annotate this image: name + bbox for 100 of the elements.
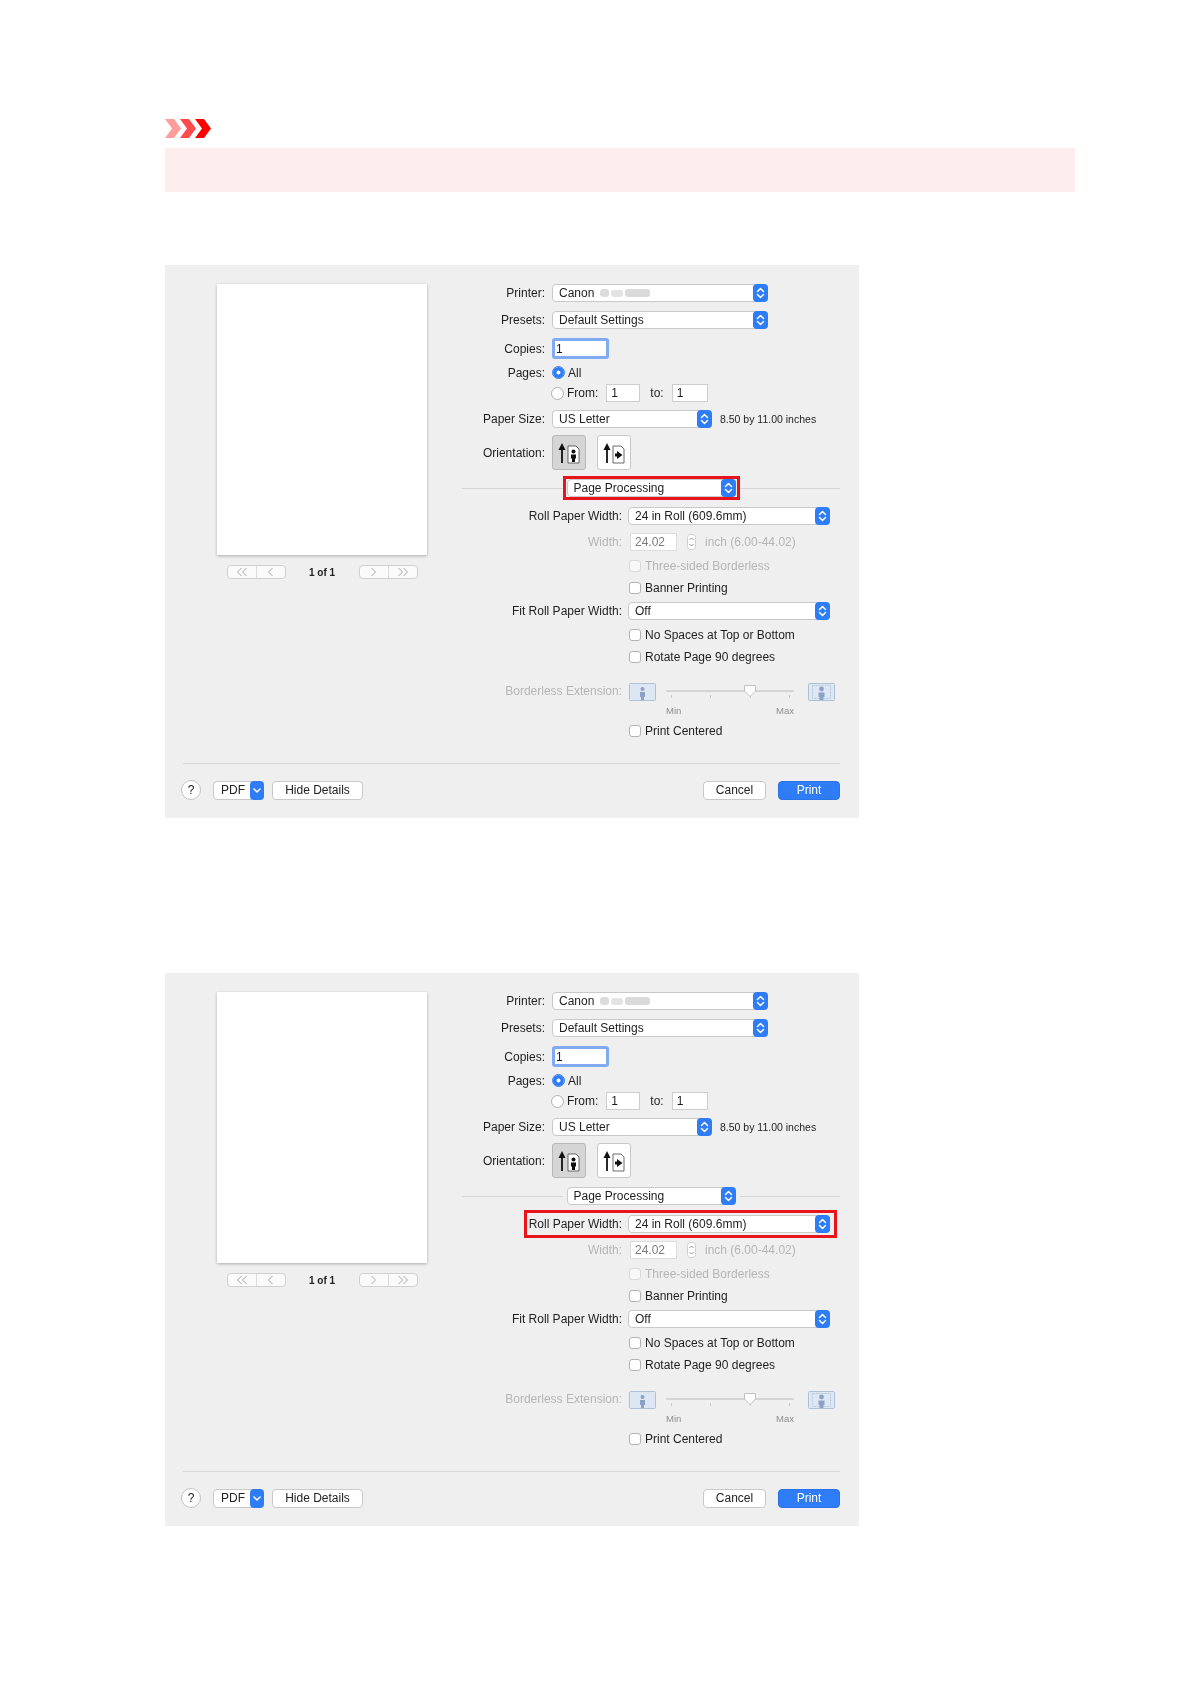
field-label: Orientation: [481,1153,545,1168]
checkbox[interactable] [629,1337,641,1349]
landscape-orientation-icon [603,1149,625,1172]
to-page-field[interactable]: 1 [671,1092,708,1110]
field-label: Paper Size: [481,411,545,426]
portrait-orientation-icon [558,441,580,464]
radio-button[interactable] [551,386,564,400]
paper-dimensions-label: 8.50 by 11.00 inches [720,412,817,425]
field-label: to: [650,386,664,400]
section-popup[interactable]: Page Processing [566,479,736,497]
stepper-icon [687,534,696,550]
field-label: Orientation: [481,445,545,460]
hide-details-button[interactable]: Hide Details [272,780,363,800]
stepper-icon [687,1242,696,1258]
orientation-button[interactable] [552,1143,586,1178]
field-label: Pages: [506,365,545,380]
checkbox-label: Print Centered [645,1432,723,1446]
updown-chevron-icon [720,1187,736,1205]
checkbox-label: Three-sided Borderless [645,1267,770,1281]
field-label: Presets: [500,312,545,327]
field-label: Borderless Extension: [504,1392,622,1406]
print-button[interactable]: Print [778,780,840,800]
from-page-field[interactable]: 1 [606,1092,641,1110]
settings-popup[interactable]: Off [628,1310,830,1328]
double-chevron-left-icon [235,1275,248,1285]
printer-popup[interactable]: Canon [552,991,768,1010]
max-label: Max [776,705,794,716]
printer-popup[interactable]: Canon [552,283,768,302]
field-label: Fit Roll Paper Width: [511,604,622,618]
presets-popup[interactable]: Default Settings [552,1018,768,1037]
checkbox-label: Banner Printing [645,1289,728,1303]
checkbox[interactable] [629,651,641,663]
print-button[interactable]: Print [778,1488,840,1508]
field-label: Copies: [503,341,545,356]
landscape-orientation-icon [603,441,625,464]
updown-chevron-icon [815,1215,830,1233]
orientation-button[interactable] [552,435,586,470]
chevron-down-icon [250,1488,264,1508]
checkbox[interactable] [629,1359,641,1371]
help-button[interactable]: ? [181,780,201,800]
hide-details-button[interactable]: Hide Details [272,1488,363,1508]
orientation-button[interactable] [597,1143,631,1178]
field-label: to: [650,1094,664,1108]
field-label: Presets: [500,1020,545,1035]
page-nav-segmented-control[interactable] [226,1273,286,1287]
cancel-button[interactable]: Cancel [703,780,766,800]
person-tile-icon [808,1391,835,1409]
from-page-field[interactable]: 1 [606,384,641,402]
page-nav-segmented-control[interactable] [358,565,418,579]
double-chevron-right-icon [396,1275,409,1285]
settings-popup[interactable]: 24 in Roll (609.6mm) [628,507,830,525]
field-label: Copies: [503,1049,545,1064]
checkbox[interactable] [629,725,641,737]
checkbox[interactable] [629,629,641,641]
portrait-orientation-icon [558,1149,580,1172]
section-popup[interactable]: Page Processing [566,1187,736,1205]
checkbox-label: No Spaces at Top or Bottom [645,1336,795,1350]
checkbox[interactable] [629,1290,641,1302]
chevron-left-icon [267,567,274,577]
updown-chevron-icon [697,1117,712,1136]
max-label: Max [776,1413,794,1424]
radio-label: From: [567,1094,599,1108]
cancel-button[interactable]: Cancel [703,1488,766,1508]
radio-button[interactable] [551,1094,564,1108]
settings-popup[interactable]: 24 in Roll (609.6mm) [628,1215,830,1233]
copies-field[interactable]: 1 [552,1046,609,1067]
page-nav-segmented-control[interactable] [358,1273,418,1287]
radio-label: All [568,1073,582,1088]
min-label: Min [666,705,682,716]
help-button[interactable]: ? [181,1488,201,1508]
double-chevron-right-icon [396,567,409,577]
updown-chevron-icon [753,310,768,329]
presets-popup[interactable]: Default Settings [552,310,768,329]
paper-size-popup[interactable]: US Letter [552,1117,712,1136]
radio-label: From: [567,386,599,400]
settings-popup[interactable]: Off [628,602,830,620]
radio-button[interactable] [552,366,565,379]
double-chevron-left-icon [235,567,248,577]
paper-size-popup[interactable]: US Letter [552,409,712,428]
chevron-left-icon [267,1275,274,1285]
person-tile-icon [629,683,656,701]
copies-field[interactable]: 1 [552,338,609,359]
radio-button[interactable] [552,1074,565,1087]
paper-dimensions-label: 8.50 by 11.00 inches [720,1120,817,1133]
to-page-field[interactable]: 1 [671,384,708,402]
field-label: Pages: [506,1073,545,1088]
orientation-button[interactable] [597,435,631,470]
triple-chevron-icon [165,119,211,138]
page-nav-segmented-control[interactable] [226,565,286,579]
checkbox[interactable] [629,1433,641,1445]
updown-chevron-icon [753,1018,768,1037]
pdf-menu-button[interactable]: PDF [213,780,264,800]
chevron-down-icon [250,780,264,800]
chevron-right-icon [370,1275,377,1285]
pdf-menu-button[interactable]: PDF [213,1488,264,1508]
updown-chevron-icon [697,409,712,428]
field-label: Roll Paper Width: [528,509,622,523]
checkbox-label: No Spaces at Top or Bottom [645,628,795,642]
field-label: Roll Paper Width: [528,1217,622,1231]
checkbox[interactable] [629,582,641,594]
